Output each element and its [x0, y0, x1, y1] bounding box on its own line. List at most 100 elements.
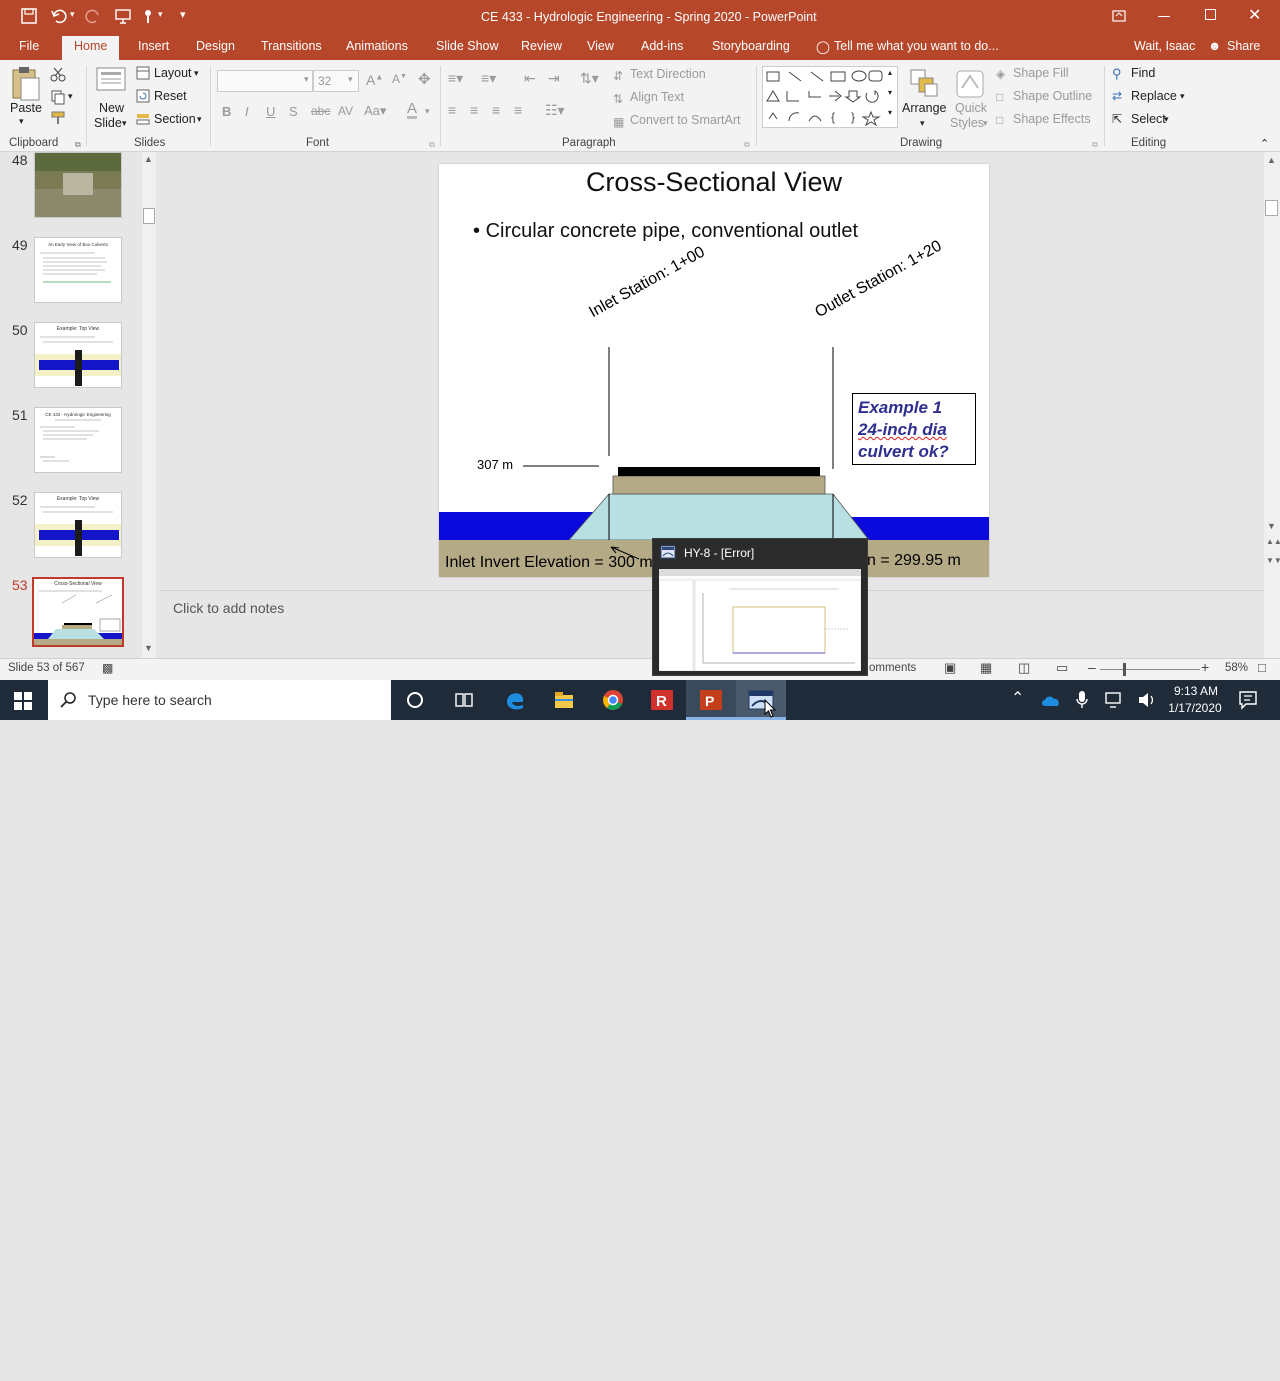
shape-effects-button[interactable]: Shape Effects	[1013, 112, 1091, 126]
tab-insert[interactable]: Insert	[138, 39, 169, 53]
quick-styles-button-line2[interactable]: Styles	[950, 116, 984, 130]
undo-dropdown-icon[interactable]: ▾	[70, 9, 75, 20]
task-view-icon[interactable]	[454, 691, 474, 709]
tab-file[interactable]: File	[19, 39, 39, 53]
paste-dropdown-icon[interactable]: ▾	[19, 116, 24, 127]
gallery-down-icon[interactable]: ▾	[888, 88, 892, 97]
layout-dropdown-icon[interactable]: ▾	[194, 68, 199, 79]
close-button[interactable]: ✕	[1248, 5, 1261, 25]
main-scroll-thumb[interactable]	[1265, 200, 1278, 216]
quick-styles-button[interactable]: Quick	[955, 101, 987, 115]
thumbnail-51[interactable]: CE 433 - Hydrologic Engineering	[34, 407, 122, 473]
replace-dropdown-icon[interactable]: ▾	[1180, 91, 1185, 102]
tell-me-input[interactable]: Tell me what you want to do...	[834, 39, 999, 53]
section-icon[interactable]	[136, 112, 150, 126]
align-center-icon[interactable]: ≡	[470, 102, 478, 118]
decrease-indent-icon[interactable]: ⇤	[524, 70, 536, 87]
select-dropdown-icon[interactable]: ▾	[1164, 114, 1169, 125]
fit-to-window-icon[interactable]: □	[1258, 660, 1266, 675]
quick-styles-dropdown-icon[interactable]: ▾	[983, 118, 988, 129]
tab-transitions[interactable]: Transitions	[261, 39, 322, 53]
user-name[interactable]: Wait, Isaac	[1134, 39, 1195, 53]
character-spacing-icon[interactable]: AV	[338, 104, 353, 118]
minimize-button[interactable]	[1158, 16, 1170, 17]
example-callout-box[interactable]: Example 1 24-inch dia culvert ok?	[852, 393, 976, 465]
paste-icon[interactable]	[9, 66, 41, 102]
underline-button[interactable]: U	[266, 104, 275, 119]
taskbar-preview-popup[interactable]: HY-8 - [Error]	[652, 538, 868, 676]
restore-button[interactable]	[1205, 9, 1216, 20]
scroll-up-arrow[interactable]: ▲	[1267, 155, 1276, 165]
arrange-icon[interactable]	[909, 68, 939, 100]
main-vertical-scrollbar[interactable]	[1264, 152, 1280, 658]
clock-time[interactable]: 9:13 AM	[1168, 684, 1224, 698]
copy-icon[interactable]	[50, 89, 66, 105]
clear-formatting-icon[interactable]: ✥	[418, 70, 431, 88]
tab-view[interactable]: View	[587, 39, 614, 53]
paragraph-launcher-icon[interactable]: ⧉	[744, 140, 750, 150]
scroll-down-arrow[interactable]: ▼	[1267, 521, 1276, 531]
quick-styles-icon[interactable]	[954, 68, 986, 100]
font-color-icon[interactable]: A	[407, 101, 418, 119]
tab-review[interactable]: Review	[521, 39, 562, 53]
tab-slide-show[interactable]: Slide Show	[436, 39, 499, 53]
file-explorer-icon[interactable]	[553, 689, 575, 711]
next-slide-icon[interactable]: ▼▼	[1266, 556, 1280, 565]
strikethrough-icon[interactable]: abc	[311, 104, 330, 118]
revit-app-icon[interactable]: R	[650, 689, 674, 711]
section-button[interactable]: Section	[154, 112, 196, 126]
cut-icon[interactable]	[50, 66, 66, 82]
line-spacing-icon[interactable]: ⇅▾	[580, 70, 599, 87]
zoom-level[interactable]: 58%	[1225, 662, 1248, 674]
slide-sorter-icon[interactable]: ▦	[980, 660, 992, 676]
section-dropdown-icon[interactable]: ▾	[197, 114, 202, 125]
collapse-ribbon-icon[interactable]: ⌃	[1260, 137, 1269, 150]
text-direction-button[interactable]: Text Direction	[630, 67, 706, 81]
tab-storyboarding[interactable]: Storyboarding	[712, 39, 790, 53]
align-text-icon[interactable]: ⇅	[613, 92, 623, 106]
font-name-combobox[interactable]	[217, 70, 313, 92]
volume-icon[interactable]	[1137, 691, 1157, 709]
tab-add-ins[interactable]: Add-ins	[641, 39, 683, 53]
shape-effects-icon[interactable]: □	[996, 113, 1003, 127]
powerpoint-taskbar-button[interactable]: P	[686, 680, 736, 720]
reset-icon[interactable]	[136, 89, 150, 103]
slide-canvas[interactable]: Cross-Sectional View • Circular concrete…	[439, 164, 989, 577]
windows-start-icon[interactable]	[14, 692, 32, 710]
presentation-icon[interactable]	[114, 7, 132, 25]
chrome-icon[interactable]	[602, 689, 624, 711]
scroll-up-arrow[interactable]: ▲	[144, 154, 153, 164]
find-icon[interactable]: ⚲	[1112, 66, 1122, 82]
layout-icon[interactable]	[136, 66, 150, 80]
redo-icon[interactable]	[84, 7, 102, 25]
increase-indent-icon[interactable]: ⇥	[548, 70, 560, 87]
shadow-button[interactable]: S	[289, 104, 298, 119]
font-name-dropdown-icon[interactable]: ▾	[304, 74, 309, 85]
smartart-icon[interactable]: ▦	[613, 115, 624, 129]
scroll-down-arrow[interactable]: ▼	[144, 643, 153, 653]
customize-qat-icon[interactable]: ▾	[180, 8, 186, 21]
select-icon[interactable]: ⇱	[1112, 112, 1122, 126]
thumbnail-scroll-thumb[interactable]	[143, 208, 155, 224]
numbering-icon[interactable]: ≡▾	[481, 70, 496, 87]
clipboard-launcher-icon[interactable]: ⧉	[75, 140, 81, 150]
zoom-slider[interactable]	[1100, 669, 1200, 670]
tab-home[interactable]: Home	[62, 36, 120, 60]
select-button[interactable]: Select	[1131, 112, 1166, 126]
elevation-label[interactable]: 307 m	[477, 457, 513, 472]
shape-fill-icon[interactable]: ◈	[996, 67, 1005, 81]
hy8-taskbar-button[interactable]	[736, 680, 786, 720]
comments-button[interactable]: omments	[869, 662, 916, 674]
shape-fill-button[interactable]: Shape Fill	[1013, 66, 1069, 80]
new-slide-icon[interactable]	[95, 66, 127, 100]
font-color-dropdown-icon[interactable]: ▾	[425, 106, 430, 117]
normal-view-icon[interactable]: ▣	[944, 660, 956, 676]
replace-icon[interactable]: ⇄	[1112, 89, 1122, 103]
slide-show-icon[interactable]: ▭	[1056, 660, 1068, 676]
italic-button[interactable]: I	[245, 104, 249, 119]
reading-view-icon[interactable]: ◫	[1018, 660, 1030, 676]
spelling-icon[interactable]: ▩	[102, 661, 113, 675]
taskbar-search-box[interactable]: Type here to search	[48, 680, 391, 720]
shape-outline-button[interactable]: Shape Outline	[1013, 89, 1092, 103]
shrink-font-icon[interactable]: A▼	[392, 72, 407, 86]
